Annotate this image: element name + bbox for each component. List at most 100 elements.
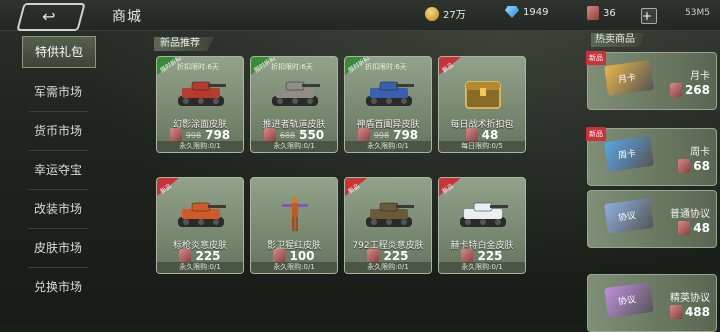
current-price: 225 [383,249,409,263]
page-title: 商城 [112,9,142,25]
ticket-icon [179,249,192,263]
sidebar-item-lucky[interactable]: 幸运夺宝 [22,155,94,185]
purchase-limit: 永久限购:0/1 [251,262,337,273]
sidebar-item-currency[interactable]: 货币市场 [22,116,94,146]
hot-item[interactable]: 新品 周卡 周卡 68 [586,127,717,186]
hot-items-panel: 热卖商品 新品 月卡 月卡 268 新品 周卡 周卡 68 协议 普通协议 48… [586,30,720,332]
diamond-amount: 1949 [523,6,549,18]
hot-item[interactable]: 新品 月卡 月卡 268 [586,51,717,110]
top-bar: ↩ 商城 27万 1949 36 + 53M5 [0,0,720,31]
sidebar-item-skin[interactable]: 皮肤市场 [22,233,94,263]
discount-timer: 折扣限时:6天 [271,63,313,71]
item-icon-text: 月卡 [617,73,637,86]
divider [28,111,88,112]
discount-timer: 折扣限时:6天 [365,63,407,71]
item-card-icon: 协议 [604,197,654,235]
purchase-limit: 每日限购:0/5 [439,141,525,152]
sidebar-item-exchange[interactable]: 兑换市场 [22,272,94,302]
product-card[interactable]: 新品 792工程炎意皮肤 225 永久限购:0/1 [344,177,432,274]
gold-display: 27万 [425,6,466,21]
product-chest-icon [456,74,510,112]
divider [28,150,88,151]
gold-coin-icon [425,6,439,21]
discount-timer: 折扣限时:6天 [177,63,219,71]
diamond-icon [505,6,519,18]
purchase-limit: 永久限购:0/1 [345,141,431,152]
item-price: 48 [693,221,710,235]
network-status: 53M5 [685,8,710,18]
price-row: 998 798 [345,128,431,142]
sidebar-item-military[interactable]: 军需市场 [22,77,94,107]
ticket-icon [461,249,474,263]
product-card[interactable]: 影卫猩红皮肤 100 永久限购:0/1 [250,177,338,274]
price-row: 225 [345,249,431,263]
item-label: 精英协议 [670,293,710,304]
product-card[interactable]: 新品 每日战术折扣包 48 每日限购:0/5 [438,56,526,153]
purchase-limit: 永久限购:0/1 [439,262,525,273]
item-price: 488 [684,305,710,319]
price-row: 688 550 [251,128,337,142]
purchase-limit: 永久限购:0/1 [345,262,431,273]
divider [28,228,88,229]
gold-amount: 27万 [443,10,466,21]
item-price-row: 268 [669,83,710,97]
product-tank-dark-icon [362,195,416,233]
current-price: 48 [481,128,499,142]
product-card[interactable]: 限时折扣 折扣限时:6天 推进者轨道皮肤 688 550 永久限购:0/1 [250,56,338,153]
hot-item[interactable]: 协议 精英协议 488 [587,274,717,332]
section-title-new: 新品推荐 [154,37,214,51]
item-card-icon: 月卡 [604,59,654,97]
item-price-row: 48 [678,221,710,235]
product-tank-white-icon [456,195,510,233]
current-price: 225 [195,249,221,263]
divider [28,267,88,268]
item-card-icon: 协议 [604,281,654,319]
ticket-icon [357,128,370,142]
product-card[interactable]: 新品 赫卡特白金皮肤 225 永久限购:0/1 [438,177,526,274]
product-grid: 新品推荐 限时折扣 折扣限时:6天 幻影涂面皮肤 998 798 永久限购:0/1… [150,36,550,324]
back-button[interactable]: ↩ [16,3,86,31]
hot-item[interactable]: 协议 普通协议 48 [587,190,717,248]
product-tank-orange-icon [174,195,228,233]
product-card[interactable]: 新品 标枪炎意皮肤 225 永久限购:0/1 [156,177,244,274]
sidebar-item-modification[interactable]: 改装市场 [22,194,94,224]
sidebar-item-special-pack[interactable]: 特供礼包 [22,36,96,68]
back-arrow-icon: ↩ [42,7,56,26]
product-card[interactable]: 限时折扣 折扣限时:6天 神盾首阖异皮肤 998 798 永久限购:0/1 [344,56,432,153]
ticket-icon [465,128,478,142]
ticket-amount: 36 [603,7,616,19]
item-icon-text: 周卡 [617,149,637,162]
purchase-limit: 永久限购:0/1 [251,141,337,152]
ticket-display: 36 [587,6,616,20]
ticket-icon [263,128,276,142]
divider [28,189,88,190]
purchase-limit: 永久限购:0/1 [157,262,243,273]
price-row: 225 [157,249,243,263]
price-row: 100 [251,249,337,263]
product-figure-icon [268,195,322,233]
price-row: 225 [439,249,525,263]
ticket-icon [169,128,182,142]
add-currency-button[interactable]: + [641,8,657,24]
item-label: 普通协议 [670,209,710,220]
product-card[interactable]: 限时折扣 折扣限时:6天 幻影涂面皮肤 998 798 永久限购:0/1 [156,56,244,153]
product-tank-blue-icon [362,74,416,112]
ticket-icon [678,221,691,235]
current-price: 550 [299,128,325,142]
ticket-icon [367,249,380,263]
sidebar: 特供礼包 军需市场 货币市场 幸运夺宝 改装市场 皮肤市场 兑换市场 [22,30,96,324]
current-price: 798 [393,128,419,142]
section-title-hot: 热卖商品 [591,33,645,47]
item-price-row: 488 [669,305,710,319]
current-price: 798 [205,128,231,142]
current-price: 100 [289,249,315,263]
product-tank-red-icon [174,74,228,112]
item-price-row: 68 [678,159,710,173]
current-price: 225 [477,249,503,263]
ticket-icon [273,249,286,263]
item-price: 68 [693,159,710,173]
item-label: 周卡 [690,147,710,158]
original-price: 998 [373,130,390,140]
price-row: 998 798 [157,128,243,142]
diamond-display: 1949 [505,6,548,18]
